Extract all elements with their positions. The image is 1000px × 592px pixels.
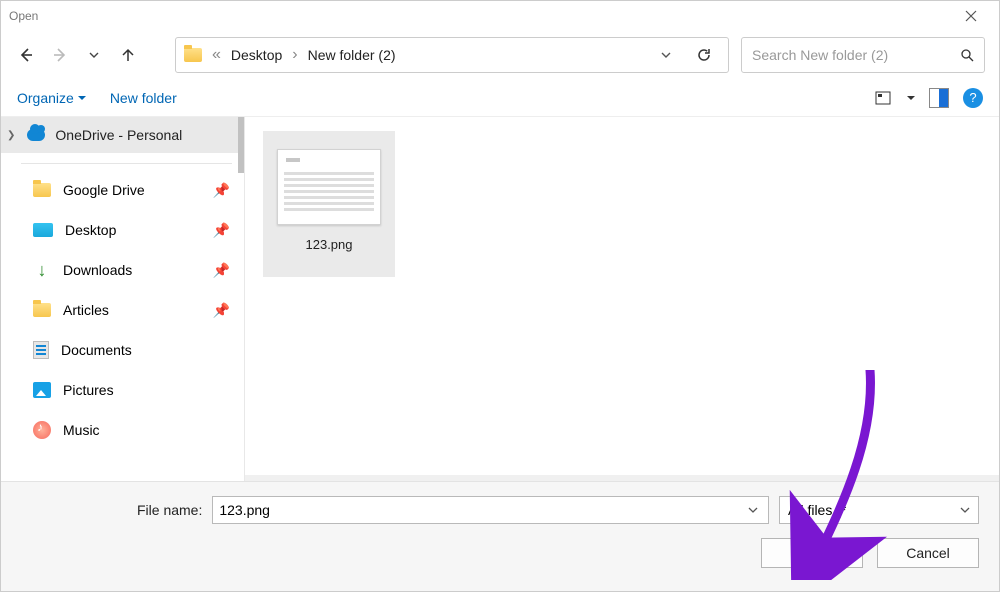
content-scrollbar[interactable] — [245, 475, 999, 481]
search-box[interactable] — [741, 37, 985, 73]
pin-icon: 📌 — [213, 222, 230, 239]
close-icon — [965, 10, 977, 22]
file-preview-image — [277, 149, 381, 225]
chevron-down-icon — [960, 505, 970, 515]
nav-back-button[interactable] — [15, 44, 37, 66]
desktop-icon — [33, 223, 53, 237]
downloads-icon: ↓ — [33, 260, 51, 281]
view-mode-button[interactable] — [873, 88, 893, 108]
file-thumbnail[interactable]: 123.png — [263, 131, 395, 277]
sidebar-item-label: Downloads — [63, 262, 132, 278]
folder-icon — [33, 303, 51, 317]
expand-chevron-icon[interactable]: ❯ — [7, 130, 15, 141]
documents-icon — [33, 341, 49, 359]
cancel-button-label: Cancel — [906, 545, 950, 561]
file-name-label: 123.png — [306, 237, 353, 252]
pin-icon: 📌 — [213, 302, 230, 319]
pin-icon: 📌 — [213, 262, 230, 279]
address-bar[interactable]: « Desktop › New folder (2) — [175, 37, 729, 73]
file-filter-label: All files (* — [788, 502, 846, 518]
sidebar-item-label: Google Drive — [63, 182, 145, 198]
sidebar-item-desktop[interactable]: Desktop 📌 — [1, 210, 244, 250]
view-icon — [875, 91, 891, 105]
sidebar-item-label: Pictures — [63, 382, 114, 398]
search-icon — [960, 48, 974, 62]
sidebar-item-label: OneDrive - Personal — [55, 127, 182, 143]
open-button[interactable]: Open — [761, 538, 863, 568]
sidebar-item-pictures[interactable]: Pictures — [1, 370, 244, 410]
sidebar-item-downloads[interactable]: ↓ Downloads 📌 — [1, 250, 244, 290]
nav-row: « Desktop › New folder (2) — [1, 31, 999, 79]
caret-down-icon[interactable] — [907, 94, 915, 102]
sidebar-item-articles[interactable]: Articles 📌 — [1, 290, 244, 330]
arrow-right-icon — [51, 46, 69, 64]
arrow-up-icon — [120, 47, 136, 63]
sidebar-item-documents[interactable]: Documents — [1, 330, 244, 370]
nav-recent-dropdown[interactable] — [83, 44, 105, 66]
breadcrumb-item-desktop[interactable]: Desktop — [231, 47, 282, 63]
open-dialog: Open « Desktop › New folder (2) — [0, 0, 1000, 592]
caret-down-icon — [78, 94, 86, 102]
breadcrumb-overflow[interactable]: « — [212, 46, 221, 64]
sidebar-item-music[interactable]: Music — [1, 410, 244, 450]
breadcrumb-item-current[interactable]: New folder (2) — [308, 47, 396, 63]
sidebar-item-google-drive[interactable]: Google Drive 📌 — [1, 170, 244, 210]
file-area[interactable]: 123.png — [245, 117, 999, 481]
chevron-down-icon — [88, 49, 100, 61]
refresh-button[interactable] — [688, 47, 720, 63]
music-icon — [33, 421, 51, 439]
chevron-down-icon — [748, 505, 758, 515]
pictures-icon — [33, 382, 51, 398]
address-dropdown[interactable] — [654, 49, 678, 61]
breadcrumb-separator-icon: › — [292, 46, 297, 64]
folder-icon — [33, 183, 51, 197]
organize-menu[interactable]: Organize — [17, 90, 86, 106]
filename-row: File name: All files (* — [21, 496, 979, 524]
organize-label: Organize — [17, 90, 74, 106]
cloud-icon — [27, 129, 45, 141]
nav-forward-button[interactable] — [49, 44, 71, 66]
help-button[interactable]: ? — [963, 88, 983, 108]
sidebar-item-label: Music — [63, 422, 100, 438]
filename-label: File name: — [137, 502, 202, 518]
dialog-body: ❯ OneDrive - Personal Google Drive 📌 Des… — [1, 117, 999, 481]
sidebar-item-label: Desktop — [65, 222, 116, 238]
sidebar-item-label: Articles — [63, 302, 109, 318]
file-filter-combobox[interactable]: All files (* — [779, 496, 979, 524]
button-row: Open Cancel — [21, 538, 979, 568]
window-close-button[interactable] — [951, 1, 991, 31]
navigation-sidebar: ❯ OneDrive - Personal Google Drive 📌 Des… — [1, 117, 245, 481]
arrow-left-icon — [17, 46, 35, 64]
filename-dropdown[interactable] — [744, 505, 762, 515]
sidebar-item-label: Documents — [61, 342, 132, 358]
open-button-label: Open — [795, 545, 829, 561]
footer-pane: File name: All files (* Open Canc — [1, 481, 999, 591]
filename-combobox[interactable] — [212, 496, 769, 524]
chevron-down-icon — [660, 49, 672, 61]
filename-input[interactable] — [219, 502, 744, 518]
command-bar: Organize New folder ? — [1, 79, 999, 117]
titlebar: Open — [1, 1, 999, 31]
sidebar-separator — [21, 163, 232, 164]
sidebar-scrollbar[interactable] — [238, 117, 244, 173]
pin-icon: 📌 — [213, 182, 230, 199]
new-folder-button[interactable]: New folder — [110, 90, 177, 106]
sidebar-item-onedrive[interactable]: ❯ OneDrive - Personal — [1, 117, 244, 153]
folder-icon — [184, 48, 202, 62]
search-input[interactable] — [752, 47, 960, 63]
refresh-icon — [696, 47, 712, 63]
nav-up-button[interactable] — [117, 44, 139, 66]
cancel-button[interactable]: Cancel — [877, 538, 979, 568]
dialog-title: Open — [9, 9, 38, 23]
preview-pane-button[interactable] — [929, 88, 949, 108]
